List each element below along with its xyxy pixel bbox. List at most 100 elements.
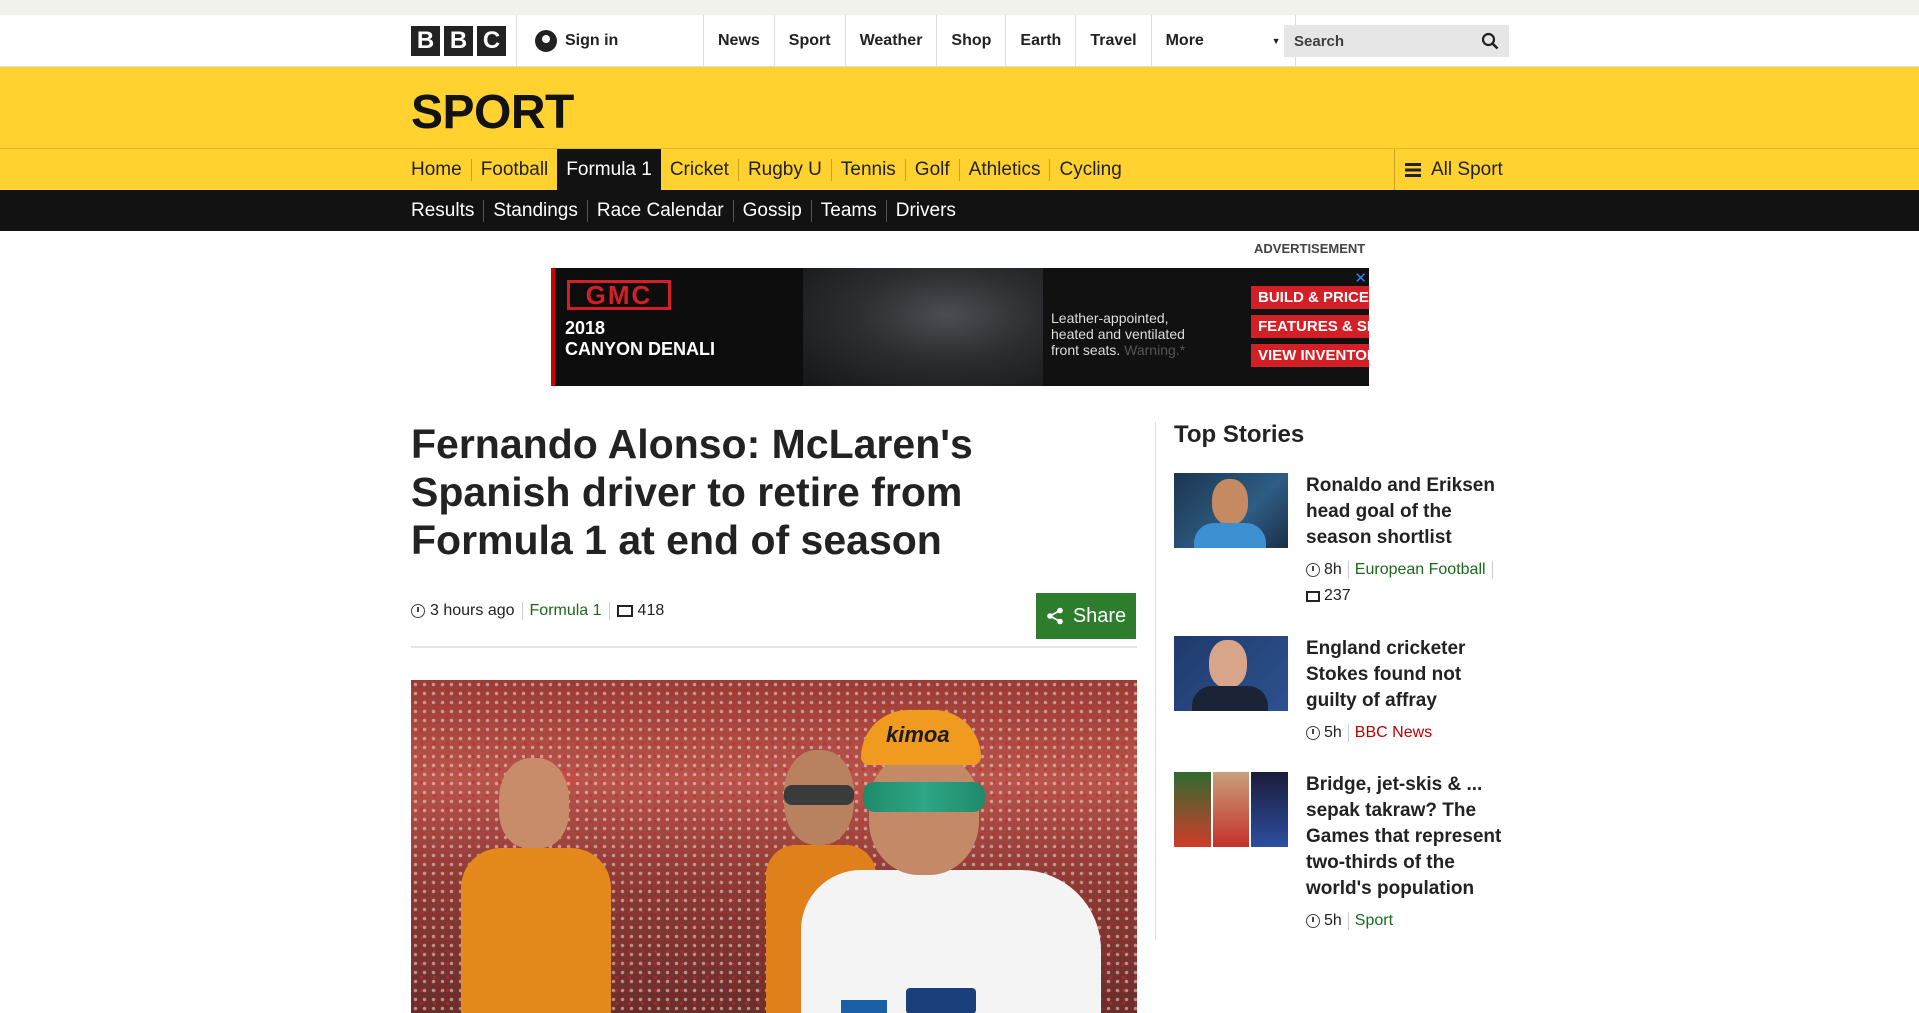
search-icon[interactable] [1481,32,1499,50]
subnav-teams[interactable]: Teams [810,199,886,222]
bbc-logo-letter: B [411,26,440,56]
subnav-race-calendar[interactable]: Race Calendar [586,199,733,222]
ad-model-year: 2018 [565,318,606,338]
story-thumbnail[interactable] [1174,772,1288,847]
sunglasses [863,782,985,812]
suit-sponsor-logo [906,988,976,1013]
subnav-standings[interactable]: Standings [483,199,587,222]
story-time: 5h [1324,724,1342,741]
advertisement-banner[interactable]: GMC 2018 CANYON DENALI Leather-appointed… [551,268,1369,386]
sport-nav-athletics[interactable]: Athletics [958,159,1050,181]
share-label: Share [1072,604,1127,627]
top-story-item[interactable]: England cricketer Stokes found not guilt… [1174,636,1514,746]
story-meta: 8h European Football 237 [1306,561,1514,605]
sport-title[interactable]: SPORT [411,85,574,140]
advertisement-label: ADVERTISEMENT [1254,241,1366,256]
story-category-link[interactable]: BBC News [1355,724,1432,742]
sign-in-link[interactable]: Sign in [516,15,703,67]
sign-in-label: Sign in [565,32,619,49]
global-nav-sport[interactable]: Sport [773,15,845,67]
ad-model-name: CANYON DENALI [565,339,716,359]
meta-divider [1347,912,1349,930]
formula-1-subnav: Results Standings Race Calendar Gossip T… [0,190,1919,231]
ad-view-inventory-button[interactable]: VIEW INVENTORY [1251,344,1369,367]
all-sport-label: All Sport [1431,159,1503,180]
mechanic-figure [461,758,611,1013]
meta-divider [608,602,610,620]
global-nav-earth[interactable]: Earth [1005,15,1075,67]
sport-nav-golf[interactable]: Golf [904,159,959,181]
ad-model: 2018 CANYON DENALI [565,318,715,360]
clock-icon [1306,726,1320,740]
more-label: More [1165,32,1204,49]
top-story-item[interactable]: Ronaldo and Eriksen head goal of the sea… [1174,473,1514,613]
story-category-link[interactable]: European Football [1355,561,1486,579]
story-meta: 5h Sport [1306,912,1514,930]
meta-divider [1491,561,1493,579]
comments-icon[interactable] [616,605,633,617]
global-nav-weather[interactable]: Weather [844,15,937,67]
top-story-item[interactable]: Bridge, jet-skis & ... sepak takraw? The… [1174,772,1514,942]
story-title-link[interactable]: Bridge, jet-skis & ... sepak takraw? The… [1306,772,1514,902]
ad-build-price-button[interactable]: BUILD & PRICE [1251,286,1369,309]
bbc-logo[interactable]: B B C [411,26,506,56]
article-meta: 3 hours ago Formula 1 418 [411,602,664,620]
ad-seat-image [803,268,1043,386]
story-comments[interactable]: 237 [1306,587,1514,605]
article-divider [411,646,1137,648]
hamburger-icon [1405,163,1421,177]
global-nav-more[interactable]: More ▼ [1150,15,1296,67]
suit-sponsor-logo [841,1000,887,1013]
search-input[interactable]: Search [1284,25,1509,57]
driver-figure: kimoa [791,710,1131,1013]
story-meta: 5h BBC News [1306,724,1514,742]
story-thumbnail[interactable] [1174,636,1288,711]
ad-copy-faint: Warning.* [1124,342,1186,358]
caret-down-icon: ▼ [1271,36,1281,46]
article-timestamp: 3 hours ago [430,602,515,619]
meta-divider [521,602,523,620]
user-icon [535,30,557,52]
sidebar-divider [1155,422,1156,940]
article-headline: Fernando Alonso: McLaren's Spanish drive… [411,421,973,563]
article-category-link[interactable]: Formula 1 [530,602,602,620]
story-category-link[interactable]: Sport [1355,912,1393,930]
top-stories-heading: Top Stories [1174,421,1305,448]
article-comment-count[interactable]: 418 [638,602,665,620]
sport-nav-cycling[interactable]: Cycling [1049,159,1130,181]
cap-logo-text: kimoa [886,722,950,747]
driver-cap: kimoa [861,710,981,765]
sport-nav-home[interactable]: Home [411,159,471,181]
sport-nav-rugby-union[interactable]: Rugby U [737,159,831,181]
meta-divider [1347,724,1349,742]
story-comment-count: 237 [1324,587,1351,604]
clock-icon [411,604,425,618]
ad-features-specs-button[interactable]: FEATURES & SPECS [1251,315,1369,338]
sport-nav-football[interactable]: Football [470,159,558,181]
subnav-results[interactable]: Results [411,200,483,222]
ad-close-icon[interactable]: ✕ [1354,269,1367,287]
global-nav-shop[interactable]: Shop [936,15,1005,67]
all-sport-button[interactable]: All Sport [1394,149,1509,191]
story-title-link[interactable]: England cricketer Stokes found not guilt… [1306,636,1514,714]
global-nav-links: News Sport Weather Shop Earth Travel Mor… [703,15,1296,67]
search-placeholder: Search [1294,32,1345,50]
sport-nav-cricket[interactable]: Cricket [661,159,738,181]
subnav-gossip[interactable]: Gossip [732,199,811,222]
story-time: 5h [1324,912,1342,929]
global-nav-travel[interactable]: Travel [1075,15,1150,67]
clock-icon [1306,563,1320,577]
sport-nav: Home Football Formula 1 Cricket Rugby U … [0,148,1919,191]
clock-icon [1306,914,1320,928]
sport-header: SPORT [0,67,1919,148]
sport-nav-tennis[interactable]: Tennis [830,159,905,181]
story-title-link[interactable]: Ronaldo and Eriksen head goal of the sea… [1306,473,1514,551]
subnav-drivers[interactable]: Drivers [885,199,965,222]
browser-top-strip [0,0,1919,15]
global-nav-news[interactable]: News [703,15,774,67]
story-thumbnail[interactable] [1174,473,1288,548]
share-button[interactable]: Share [1036,593,1136,639]
ad-cta-group: BUILD & PRICE FEATURES & SPECS VIEW INVE… [1251,286,1369,367]
sport-nav-formula-1[interactable]: Formula 1 [557,149,661,191]
bbc-logo-letter: B [444,26,473,56]
